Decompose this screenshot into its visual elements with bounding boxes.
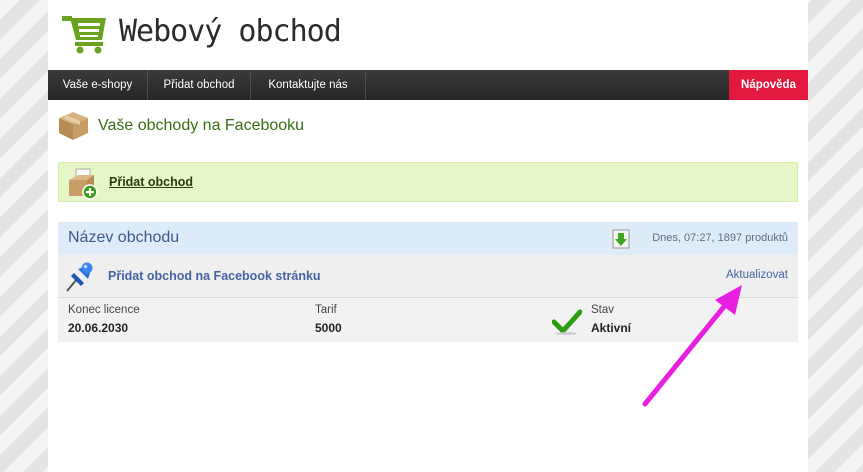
page-title: Vaše obchody na Facebooku xyxy=(98,117,305,134)
site-title: Webový obchod xyxy=(119,14,342,49)
nav-item-my-shops[interactable]: Vaše e-shopy xyxy=(48,70,148,100)
shop-header: Název obchodu Dnes, 07:27, 1897 produktů xyxy=(58,222,798,255)
checkmark-icon xyxy=(552,309,582,335)
add-to-facebook-page-link[interactable]: Přidat obchod na Facebook stránku xyxy=(108,269,321,283)
page-container: Webový obchod Vaše e-shopy Přidat obchod… xyxy=(48,0,808,472)
add-shop-link[interactable]: Přidat obchod xyxy=(109,175,193,189)
download-icon[interactable] xyxy=(612,229,630,249)
shopping-cart-icon xyxy=(62,16,106,54)
shop-details: Konec licence 20.06.2030 Tarif 5000 Stav… xyxy=(58,298,798,342)
update-link[interactable]: Aktualizovat xyxy=(726,269,788,281)
nav-item-add-shop[interactable]: Přidat obchod xyxy=(148,70,251,100)
license-value: 20.06.2030 xyxy=(68,321,129,335)
tariff-value: 5000 xyxy=(315,321,342,335)
shop-update-info: Dnes, 07:27, 1897 produktů xyxy=(652,232,788,244)
shop-row: Přidat obchod na Facebook stránku Aktual… xyxy=(58,255,798,298)
main-nav: Vaše e-shopy Přidat obchod Kontaktujte n… xyxy=(48,70,808,100)
tariff-label: Tarif xyxy=(315,304,337,316)
nav-help-button[interactable]: Nápověda xyxy=(729,70,808,100)
page-title-row: Vaše obchody na Facebooku xyxy=(58,110,798,142)
status-value: Aktivní xyxy=(591,321,632,335)
add-shop-icon xyxy=(69,168,98,200)
pushpin-icon xyxy=(66,262,93,292)
header: Webový obchod xyxy=(48,0,808,70)
cardboard-box-icon xyxy=(59,112,88,140)
nav-item-contact[interactable]: Kontaktujte nás xyxy=(251,70,366,100)
license-label: Konec licence xyxy=(68,304,140,316)
add-shop-bar: Přidat obchod xyxy=(58,162,798,202)
shop-name-header: Název obchodu xyxy=(68,229,180,246)
status-label: Stav xyxy=(591,304,615,316)
